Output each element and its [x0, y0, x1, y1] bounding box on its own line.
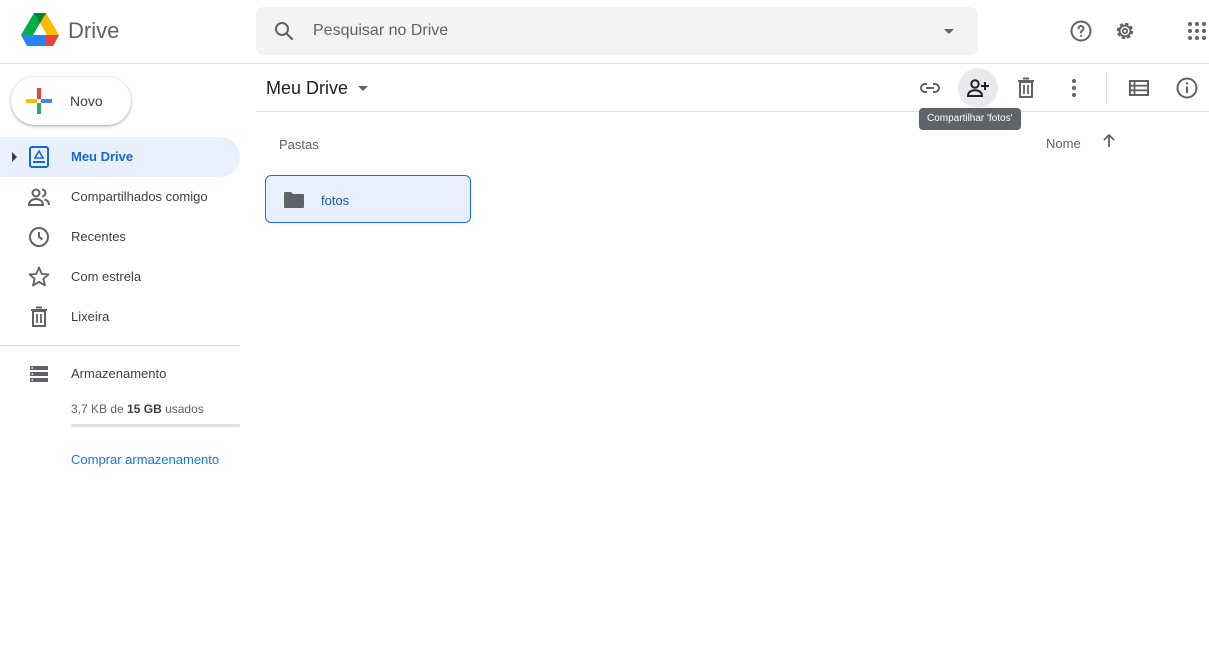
- search-options-icon[interactable]: [937, 19, 961, 43]
- breadcrumb-current[interactable]: Meu Drive: [266, 78, 348, 99]
- sort-by-label[interactable]: Nome: [1046, 136, 1081, 151]
- more-actions-button[interactable]: [1054, 68, 1094, 108]
- apps-button[interactable]: [1182, 16, 1209, 46]
- more-vert-icon: [1072, 79, 1076, 97]
- clock-icon: [29, 227, 49, 247]
- trash-icon: [31, 306, 47, 327]
- list-view-button[interactable]: [1119, 68, 1159, 108]
- sidebar-item-my-drive[interactable]: Meu Drive: [0, 137, 240, 177]
- storage-icon: [30, 366, 48, 382]
- sidebar-item-label: Lixeira: [71, 309, 110, 324]
- storage-used: 3,7 KB: [71, 402, 108, 416]
- shared-icon: [27, 188, 50, 206]
- sidebar-item-recent[interactable]: Recentes: [0, 217, 240, 257]
- settings-button[interactable]: [1110, 16, 1140, 46]
- settings-icon: [1116, 22, 1134, 40]
- sidebar-item-shared[interactable]: Compartilhados comigo: [0, 177, 240, 217]
- new-button-label: Novo: [70, 93, 103, 109]
- sidebar-item-starred[interactable]: Com estrela: [0, 257, 240, 297]
- help-icon: [1070, 20, 1092, 42]
- share-button[interactable]: [958, 68, 998, 108]
- my-drive-icon: [29, 146, 49, 168]
- plus-icon: [26, 88, 52, 114]
- search-icon[interactable]: [272, 19, 296, 43]
- sidebar-item-trash[interactable]: Lixeira: [0, 297, 240, 337]
- sidebar-item-label: Recentes: [71, 229, 126, 244]
- trash-icon: [1018, 77, 1034, 98]
- storage-suffix: usados: [161, 402, 204, 416]
- breadcrumb-dropdown-icon[interactable]: [358, 86, 369, 91]
- storage-progress-bar: [71, 424, 240, 427]
- search-input[interactable]: Pesquisar no Drive: [313, 22, 448, 40]
- sidebar-item-label: Meu Drive: [71, 149, 134, 164]
- expand-caret-icon[interactable]: [12, 152, 17, 162]
- search-bar[interactable]: Pesquisar no Drive: [256, 7, 978, 55]
- top-header: Drive Pesquisar no Drive: [0, 0, 1209, 64]
- new-button[interactable]: Novo: [11, 77, 131, 125]
- folder-item[interactable]: fotos: [265, 175, 471, 223]
- toolbar-divider: [1106, 73, 1107, 103]
- sort-ascending-icon[interactable]: [1099, 131, 1119, 151]
- storage-total: 15 GB: [127, 402, 162, 416]
- buy-storage-link[interactable]: Comprar armazenamento: [71, 452, 219, 467]
- share-person-add-icon: [966, 79, 989, 97]
- breadcrumb[interactable]: Meu Drive: [266, 78, 369, 99]
- apps-grid-icon: [1188, 22, 1206, 40]
- star-icon: [28, 266, 50, 287]
- sidebar-item-label: Armazenamento: [71, 366, 167, 381]
- sidebar-divider: [0, 345, 240, 346]
- sidebar-item-storage[interactable]: Armazenamento: [0, 354, 240, 394]
- info-icon: [1176, 77, 1198, 99]
- share-tooltip: Compartilhar 'fotos': [919, 108, 1021, 130]
- folder-name: fotos: [321, 193, 350, 208]
- link-icon: [920, 83, 940, 93]
- sidebar-item-label: Com estrela: [71, 269, 142, 284]
- storage-usage-text: 3,7 KB de 15 GB usados: [71, 402, 204, 416]
- folder-icon: [284, 192, 304, 208]
- sidebar-item-label: Compartilhados comigo: [71, 189, 208, 204]
- storage-of: de: [107, 402, 128, 416]
- folders-section-label: Pastas: [279, 137, 319, 152]
- app-name: Drive: [68, 18, 120, 43]
- drive-logo-icon[interactable]: [21, 13, 59, 47]
- help-button[interactable]: [1066, 16, 1096, 46]
- main-toolbar: Meu Drive: [256, 64, 1209, 112]
- delete-button[interactable]: [1006, 68, 1046, 108]
- details-button[interactable]: [1167, 68, 1207, 108]
- get-link-button[interactable]: [910, 68, 950, 108]
- list-view-icon: [1129, 80, 1149, 96]
